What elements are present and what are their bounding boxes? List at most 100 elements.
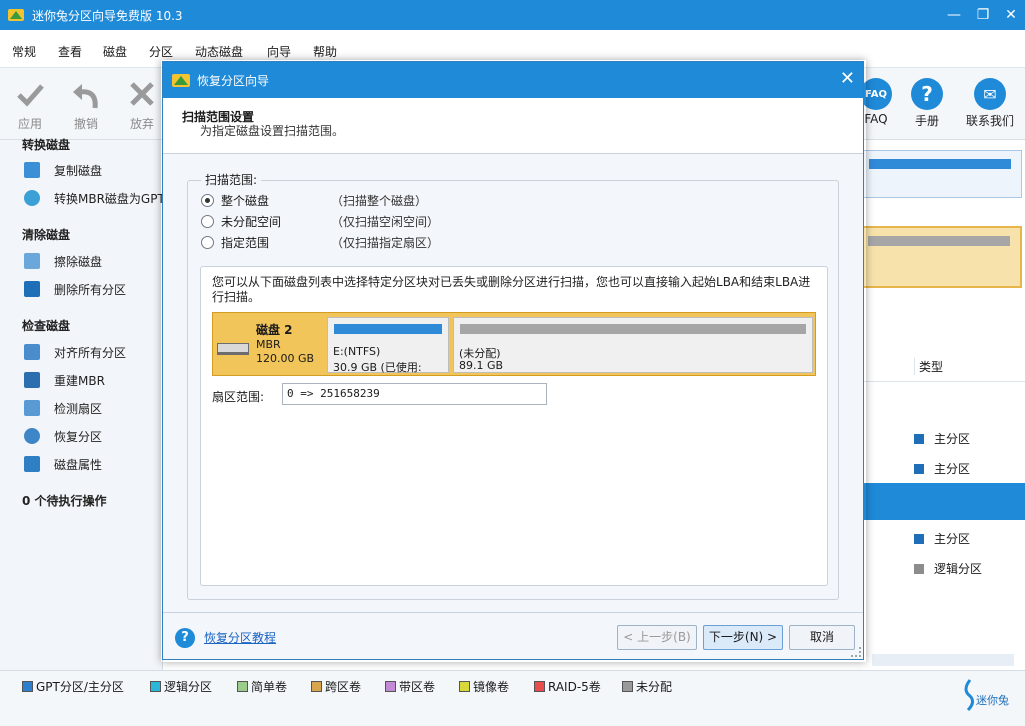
convert-mbr-gpt-item[interactable]: 转换MBR磁盘为GPT	[24, 188, 165, 208]
sector-range-label: 扇区范围:	[212, 390, 265, 404]
tutorial-link[interactable]: 恢复分区教程	[204, 629, 276, 646]
dialog-header: 扫描范围设置 为指定磁盘设置扫描范围。	[163, 98, 863, 154]
row-type: 主分区	[934, 432, 971, 446]
manual-button[interactable]: ? 手册	[903, 78, 951, 129]
partition-label: E:(NTFS)	[333, 345, 381, 358]
radio-unselected-icon	[201, 236, 214, 249]
surface-test-label: 检测扇区	[54, 401, 103, 416]
minimize-button[interactable]: —	[943, 4, 965, 26]
legend-label: 镜像卷	[473, 680, 510, 694]
disk-map-unallocated[interactable]	[862, 226, 1022, 288]
menu-dynamic-disk[interactable]: 动态磁盘	[195, 43, 243, 60]
legend-label: 未分配	[636, 680, 673, 694]
copy-disk-item[interactable]: 复制磁盘	[24, 160, 102, 180]
disk-info: 磁盘 2 MBR 120.00 GB	[213, 313, 325, 375]
app-titlebar: 迷你兔分区向导免费版 10.3 — ❐ ✕	[0, 0, 1025, 30]
radio-unallocated[interactable]: 未分配空间	[201, 213, 281, 230]
menu-partition[interactable]: 分区	[149, 43, 173, 60]
legend-bar: GPT分区/主分区 逻辑分区 简单卷 跨区卷 带区卷 镜像卷 RAID-5卷 未…	[0, 670, 1025, 726]
legend-unallocated: 未分配	[622, 678, 672, 695]
minitool-logo-icon: 迷你兔	[964, 679, 1009, 712]
wipe-disk-item[interactable]: 擦除磁盘	[24, 251, 102, 271]
copy-disk-label: 复制磁盘	[54, 163, 103, 178]
row-type: 逻辑分区	[934, 562, 983, 576]
discard-button[interactable]: 放弃	[118, 78, 166, 132]
align-partitions-item[interactable]: 对齐所有分区	[24, 342, 126, 362]
scan-instructions: 您可以从下面磁盘列表中选择特定分区块对已丢失或删除分区进行扫描，您也可以直接输入…	[212, 275, 811, 304]
menu-help[interactable]: 帮助	[313, 43, 337, 60]
resize-grip[interactable]	[851, 647, 861, 657]
convert-disk-icon	[24, 190, 40, 206]
scan-range-label: 扫描范围:	[201, 171, 262, 188]
legend-label: 跨区卷	[325, 680, 362, 694]
group-convert-title: 转换磁盘	[22, 138, 71, 152]
menu-disk[interactable]: 磁盘	[103, 43, 127, 60]
disk-map-partition[interactable]	[862, 150, 1022, 198]
primary-swatch	[914, 533, 924, 544]
radio-whole-disk[interactable]: 整个磁盘	[201, 192, 269, 209]
partition-block-unallocated[interactable]: (未分配) 89.1 GB	[453, 317, 813, 373]
legend-logical: 逻辑分区	[150, 678, 212, 695]
unallocated-bar	[868, 236, 1010, 246]
menu-wizard[interactable]: 向导	[267, 43, 291, 60]
app-title: 迷你兔分区向导免费版 10.3	[32, 9, 183, 23]
partition-size: 30.9 GB (已使用:	[333, 361, 422, 374]
undo-button[interactable]: 撤销	[62, 78, 110, 132]
back-button[interactable]: < 上一步(B)	[617, 625, 697, 650]
group-clean-title: 清除磁盘	[22, 228, 71, 242]
table-row[interactable]: 主分区	[914, 530, 970, 547]
partition-size: 89.1 GB	[459, 359, 504, 372]
disk-row-selected[interactable]: 磁盘 2 MBR 120.00 GB E:(NTFS) 30.9 GB (已使用…	[212, 312, 816, 376]
wizard-icon	[172, 74, 190, 87]
operations-panel: 转换磁盘 复制磁盘 转换MBR磁盘为GPT 清除磁盘 擦除磁盘 删除所有分区 检…	[0, 138, 165, 670]
delete-all-partitions-label: 删除所有分区	[54, 282, 127, 297]
help-icon[interactable]: ?	[175, 628, 195, 648]
maximize-button[interactable]: ❐	[972, 4, 994, 26]
legend-swatch	[311, 681, 322, 692]
menu-general[interactable]: 常规	[12, 43, 36, 60]
legend-spanned: 跨区卷	[311, 678, 361, 695]
rebuild-mbr-label: 重建MBR	[54, 373, 105, 388]
legend-label: GPT分区/主分区	[36, 680, 124, 694]
radio-specified-range[interactable]: 指定范围	[201, 234, 269, 251]
disk-properties-item[interactable]: 磁盘属性	[24, 454, 102, 474]
radio-description: （仅扫描指定扇区）	[331, 236, 440, 250]
step-description: 为指定磁盘设置扫描范围。	[200, 124, 345, 138]
type-column-header[interactable]: 类型	[914, 358, 943, 375]
surface-test-item[interactable]: 检测扇区	[24, 398, 102, 418]
legend-label: 简单卷	[251, 680, 288, 694]
next-button[interactable]: 下一步(N) >	[703, 625, 783, 650]
svg-text:迷你兔: 迷你兔	[976, 693, 1009, 707]
pending-operations: 0 个待执行操作	[22, 494, 107, 508]
legend-label: 逻辑分区	[164, 680, 213, 694]
horizontal-scrollbar[interactable]	[872, 654, 1014, 666]
apply-button[interactable]: 应用	[6, 78, 54, 132]
manual-label: 手册	[914, 114, 939, 128]
disk-properties-label: 磁盘属性	[54, 457, 103, 472]
contact-button[interactable]: ✉ 联系我们	[962, 78, 1018, 129]
table-row[interactable]: 逻辑分区	[914, 560, 982, 577]
dialog-titlebar: 恢复分区向导 ✕	[163, 62, 863, 98]
cancel-button[interactable]: 取消	[789, 625, 855, 650]
table-row[interactable]: 主分区	[914, 430, 970, 447]
rebuild-mbr-item[interactable]: 重建MBR	[24, 370, 105, 390]
menu-view[interactable]: 查看	[58, 43, 82, 60]
legend-swatch	[237, 681, 248, 692]
delete-partitions-icon	[24, 281, 40, 297]
delete-all-partitions-item[interactable]: 删除所有分区	[24, 279, 126, 299]
legend-swatch	[459, 681, 470, 692]
contact-label: 联系我们	[965, 114, 1014, 128]
recover-partition-item[interactable]: 恢复分区	[24, 426, 102, 446]
disk-name: 磁盘 2	[256, 323, 293, 337]
legend-simple: 简单卷	[237, 678, 287, 695]
legend-swatch	[150, 681, 161, 692]
table-row[interactable]: 主分区	[914, 460, 970, 477]
app-logo-icon	[8, 9, 24, 21]
partition-block-e[interactable]: E:(NTFS) 30.9 GB (已使用:	[327, 317, 449, 374]
unallocated-bar	[460, 324, 806, 334]
close-window-button[interactable]: ✕	[1000, 4, 1022, 26]
sector-range-input[interactable]: 0 => 251658239	[282, 383, 547, 405]
table-row-selected[interactable]	[860, 483, 1025, 520]
dialog-close-button[interactable]: ✕	[840, 68, 855, 89]
copy-disk-icon	[24, 162, 40, 178]
